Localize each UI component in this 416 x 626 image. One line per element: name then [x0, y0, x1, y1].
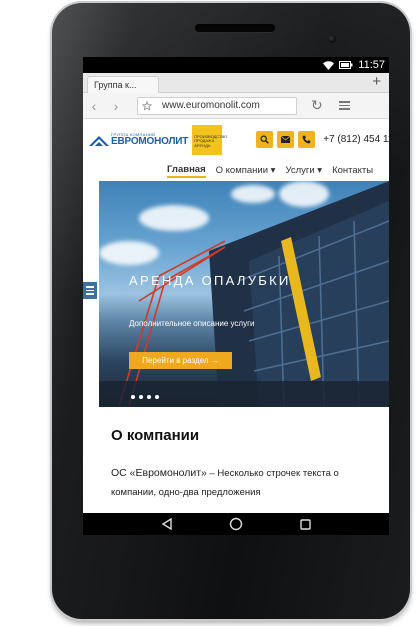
wifi-icon — [323, 60, 335, 70]
logo-mark-icon — [89, 135, 109, 146]
nav-item-about[interactable]: О компании ▾ — [216, 165, 276, 176]
nav-item-home[interactable]: Главная — [167, 164, 206, 178]
construction-illustration — [99, 181, 389, 407]
hero-cta-button[interactable]: Перейти в раздел → — [129, 352, 232, 369]
side-menu-tab[interactable] — [83, 282, 97, 299]
slider-dots — [131, 395, 159, 399]
site-logo[interactable]: ГРУППА КОМПАНИЙ ЕВРОМОНОЛИТ ПРОИЗВОДСТВО… — [89, 124, 227, 155]
new-tab-button[interactable]: + — [372, 74, 381, 90]
browser-toolbar: ‹ › www.euromonolit.com ↻ — [83, 93, 389, 119]
battery-icon — [339, 61, 353, 69]
android-nav-bar — [83, 513, 389, 535]
slider-dot[interactable] — [131, 395, 135, 399]
star-icon[interactable] — [142, 100, 152, 111]
hero-subtitle: Дополнительное описание услуги — [129, 319, 255, 328]
phone-number[interactable]: +7 (812) 454 11 04 — [323, 134, 389, 145]
search-icon[interactable] — [256, 131, 274, 148]
speaker-grille — [195, 24, 275, 32]
nav-item-contacts[interactable]: Контакты — [332, 165, 373, 176]
about-title: О компании — [111, 427, 200, 444]
front-camera — [328, 35, 336, 43]
nav-item-services[interactable]: Услуги ▾ — [285, 165, 322, 176]
status-bar: 11:57 — [83, 57, 389, 73]
menu-icon[interactable] — [338, 101, 350, 110]
url-text: www.euromonolit.com — [162, 100, 260, 111]
address-bar[interactable]: www.euromonolit.com — [137, 96, 297, 115]
site-nav: Главная О компании ▾ Услуги ▾ Контакты — [83, 160, 389, 181]
slider-dot[interactable] — [155, 395, 159, 399]
clock: 11:57 — [358, 59, 385, 71]
logo-badge: ПРОИЗВОДСТВО ПРОДАЖА АРЕНДА — [192, 124, 227, 155]
hero-title: АРЕНДА ОПАЛУБКИ — [129, 273, 291, 288]
back-button[interactable]: ‹ — [83, 98, 105, 114]
site-header: ГРУППА КОМПАНИЙ ЕВРОМОНОЛИТ ПРОИЗВОДСТВО… — [83, 119, 389, 160]
recents-square-icon[interactable] — [300, 518, 311, 530]
forward-button[interactable]: › — [105, 98, 127, 114]
slider-dot[interactable] — [139, 395, 143, 399]
tablet-screen: 11:57 Группа к... + ‹ › www.euromonolit.… — [83, 57, 389, 513]
about-text: ОС «Евромонолит» – Несколько строчек тек… — [111, 464, 381, 502]
slider-dot[interactable] — [147, 395, 151, 399]
hero-slider[interactable]: АРЕНДА ОПАЛУБКИ Дополнительное описание … — [99, 181, 389, 407]
home-circle-icon[interactable] — [229, 517, 243, 531]
browser-tab[interactable]: Группа к... — [87, 76, 159, 93]
phone-icon[interactable] — [298, 131, 316, 148]
logo-name: ЕВРОМОНОЛИТ — [111, 135, 189, 147]
back-triangle-icon[interactable] — [161, 518, 173, 530]
mail-icon[interactable] — [277, 131, 295, 148]
browser-tabstrip: Группа к... + — [83, 73, 389, 93]
reload-button[interactable]: ↻ — [311, 97, 323, 114]
about-company-name: ОС «Евромонолит» — [111, 467, 207, 479]
